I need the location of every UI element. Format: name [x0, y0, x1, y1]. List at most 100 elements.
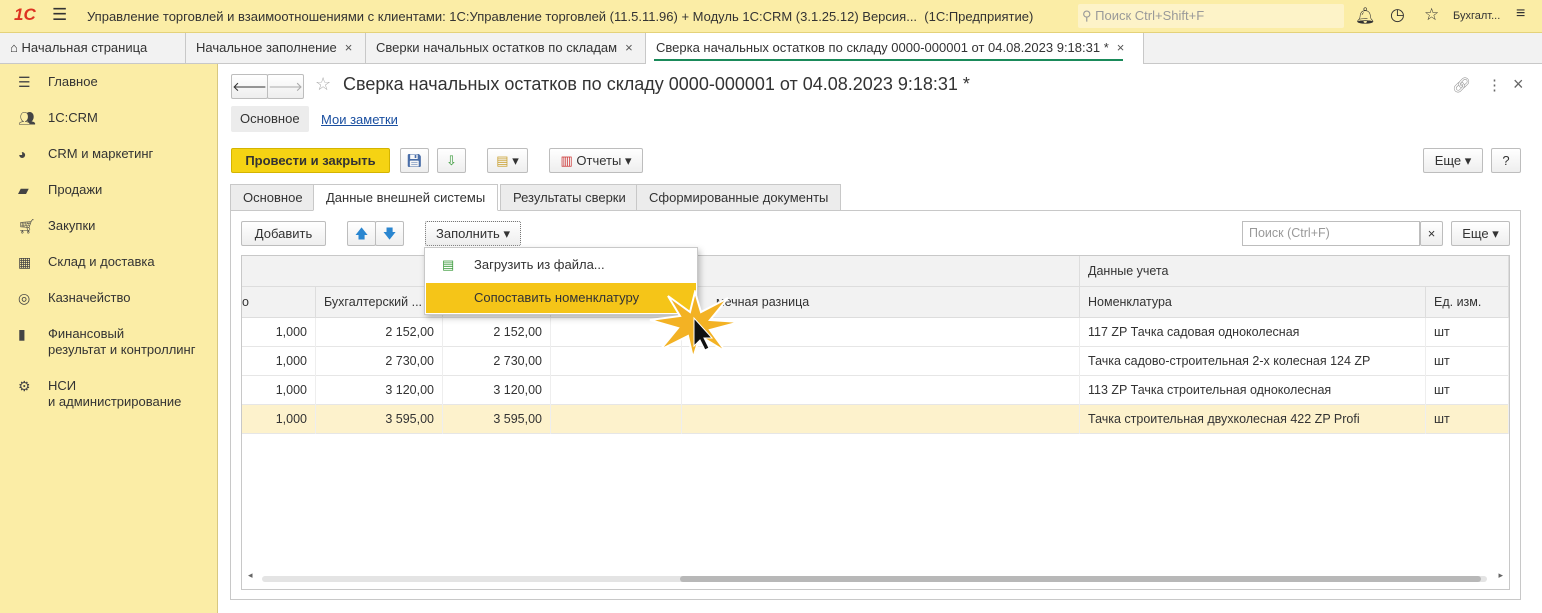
cell-qty: 1,000 [242, 405, 316, 434]
close-form-icon[interactable]: × [1513, 74, 1524, 95]
table-row[interactable]: 1,000 2 730,00 2 730,00 Тачка садово-строит… [242, 347, 1509, 376]
cell-unit: шт [1426, 347, 1509, 376]
help-button[interactable]: ? [1491, 148, 1521, 173]
link-icon[interactable]: 🔗︎ [1452, 76, 1471, 94]
cell-item: Тачка садово-строительная 2-х колесная 1… [1080, 347, 1426, 376]
tab-reconciliation-doc[interactable]: Сверка начальных остатков по складу 0000… [646, 33, 1144, 64]
sidebar-item-crm[interactable]: 👥︎ 1С:CRM [18, 110, 98, 126]
create-based-on-button[interactable]: ▤ ▾ [487, 148, 528, 173]
nav-main[interactable]: Основное [231, 106, 309, 132]
table-more-button[interactable]: Еще ▾ [1451, 221, 1510, 246]
save-button[interactable]: 💾︎ [400, 148, 429, 173]
cell-sum: 2 152,00 [443, 318, 551, 347]
settings-menu-icon[interactable]: ≡ [1516, 5, 1525, 23]
tab-results[interactable]: Результаты сверки [500, 184, 639, 211]
sidebar-item-main[interactable]: ☰ Главное [18, 74, 98, 90]
history-icon[interactable]: ◷ [1390, 5, 1405, 25]
menu-icon: ☰ [18, 74, 31, 90]
tab-generated-docs[interactable]: Сформированные документы [636, 184, 842, 211]
fill-button[interactable]: Заполнить ▾ [425, 221, 521, 246]
cell-acc: 3 595,00 [316, 405, 443, 434]
tab-reconciliations[interactable]: Сверки начальных остатков по складам × [366, 33, 646, 64]
back-button[interactable]: 🡐 [231, 74, 268, 99]
scroll-right-icon[interactable]: ▸ [1498, 570, 1503, 581]
cell-item: Тачка строительная двухколесная 422 ZP P… [1080, 405, 1426, 434]
table-row[interactable]: 1,000 2 152,00 2 152,00 117 ZP Тачка садова… [242, 318, 1509, 347]
sidebar: ☰ Главное 👥︎ 1С:CRM ◕ CRM и маркетинг ▰ Прод… [0, 64, 218, 613]
cell-acc: 2 730,00 [316, 347, 443, 376]
sidebar-item-sales[interactable]: ▰ Продажи [18, 182, 102, 198]
tab-initial-fill[interactable]: Начальное заполнение × [186, 33, 366, 64]
menu-item-load-from-file[interactable]: ▤ Загрузить из файла... [426, 250, 696, 280]
close-icon[interactable]: × [345, 40, 353, 55]
pie-chart-icon: ◕ [18, 146, 27, 162]
cell-sum: 3 595,00 [443, 405, 551, 434]
cell-acc: 2 152,00 [316, 318, 443, 347]
search-icon: ⚲ [1082, 8, 1092, 23]
sidebar-item-purchases[interactable]: 🛒︎ Закупки [18, 218, 95, 234]
cell-item: 113 ZP Тачка строительная одноколесная [1080, 376, 1426, 405]
close-icon[interactable]: × [1117, 40, 1125, 55]
label: Сопоставить номенклатуру [474, 290, 640, 305]
post-button[interactable]: ⇩ [437, 148, 466, 173]
title-bar: 1С ☰ Управление торговлей и взаимоотноше… [0, 0, 1542, 33]
tab-external-data[interactable]: Данные внешней системы [313, 184, 499, 211]
grid-icon: ▦ [18, 254, 32, 270]
table-row[interactable]: 1,000 3 120,00 3 120,00 113 ZP Тачка строит… [242, 376, 1509, 405]
more-vert-icon[interactable]: ⋮ [1487, 76, 1502, 94]
gear-icon: ⚙ [18, 378, 31, 394]
global-search[interactable]: ⚲ Поиск Ctrl+Shift+F [1078, 4, 1344, 28]
label: Еще [1462, 226, 1489, 241]
sidebar-item-admin[interactable]: ⚙ НСИ и администрирование [18, 378, 181, 410]
user-name[interactable]: Бухгалт... [1453, 10, 1500, 22]
label: Отчеты [576, 153, 622, 168]
sidebar-item-warehouse[interactable]: ▦ Склад и доставка [18, 254, 155, 270]
forward-button[interactable]: 🡒 [267, 74, 304, 99]
tab-bar: ⌂ Начальная страница Начальное заполнени… [0, 33, 1542, 64]
cell-empty [682, 376, 1080, 405]
favorite-star-icon[interactable]: ☆ [315, 74, 331, 95]
document-clock-icon: ▤ [496, 153, 509, 168]
nav-notes-link[interactable]: Мои заметки [321, 112, 398, 127]
table-search-input[interactable]: Поиск (Ctrl+F) [1242, 221, 1420, 246]
cell-unit: шт [1426, 318, 1509, 347]
reports-button[interactable]: ▥ Отчеты ▾ [549, 148, 643, 173]
home-icon: ⌂ [10, 40, 18, 55]
scrollbar-thumb[interactable] [680, 576, 1481, 582]
post-and-close-button[interactable]: Провести и закрыть [231, 148, 390, 173]
tab-label: Начальное заполнение [196, 40, 337, 55]
tab-main[interactable]: Основное [230, 184, 316, 211]
sidebar-item-crm-marketing[interactable]: ◕ CRM и маркетинг [18, 146, 153, 162]
col-header-unit: Ед. изм. [1426, 287, 1509, 318]
tab-label: Сверки начальных остатков по складам [376, 40, 618, 55]
cell-unit: шт [1426, 405, 1509, 434]
scroll-left-icon[interactable]: ◂ [248, 570, 253, 581]
label: Главное [48, 74, 98, 89]
label: Еще [1434, 153, 1462, 168]
move-down-button[interactable]: 🡇 [375, 221, 404, 246]
users-icon: 👥︎ [18, 110, 36, 126]
bell-icon[interactable]: 🔔︎ [1355, 6, 1375, 26]
cell-unit: шт [1426, 376, 1509, 405]
cell-acc: 3 120,00 [316, 376, 443, 405]
hamburger-menu-icon[interactable]: ☰ [52, 5, 67, 25]
cell-sum: 3 120,00 [443, 376, 551, 405]
close-icon[interactable]: × [625, 40, 633, 55]
move-up-button[interactable]: 🡅 [347, 221, 376, 246]
cell-empty [551, 376, 682, 405]
click-highlight-burst [649, 290, 741, 360]
table-row[interactable]: 1,000 3 595,00 3 595,00 Тачка строительная … [242, 405, 1509, 434]
tab-label: Сверка начальных остатков по складу 0000… [656, 40, 1109, 55]
star-icon[interactable]: ☆ [1424, 5, 1439, 25]
save-icon: 💾︎ [406, 153, 423, 168]
sidebar-item-treasury[interactable]: ◎ Казначейство [18, 290, 130, 306]
report-icon: ▥ [560, 153, 573, 168]
clear-search-button[interactable]: × [1420, 221, 1443, 246]
tab-home[interactable]: ⌂ Начальная страница [0, 33, 186, 64]
add-button[interactable]: Добавить [241, 221, 326, 246]
horizontal-scrollbar[interactable]: ◂ ▸ [248, 570, 1503, 584]
more-button[interactable]: Еще ▾ [1423, 148, 1483, 173]
label: Заполнить [436, 226, 500, 241]
sidebar-item-finance[interactable]: ▮ Финансовый результат и контроллинг [18, 326, 195, 358]
label: Финансовый результат и контроллинг [48, 326, 196, 357]
